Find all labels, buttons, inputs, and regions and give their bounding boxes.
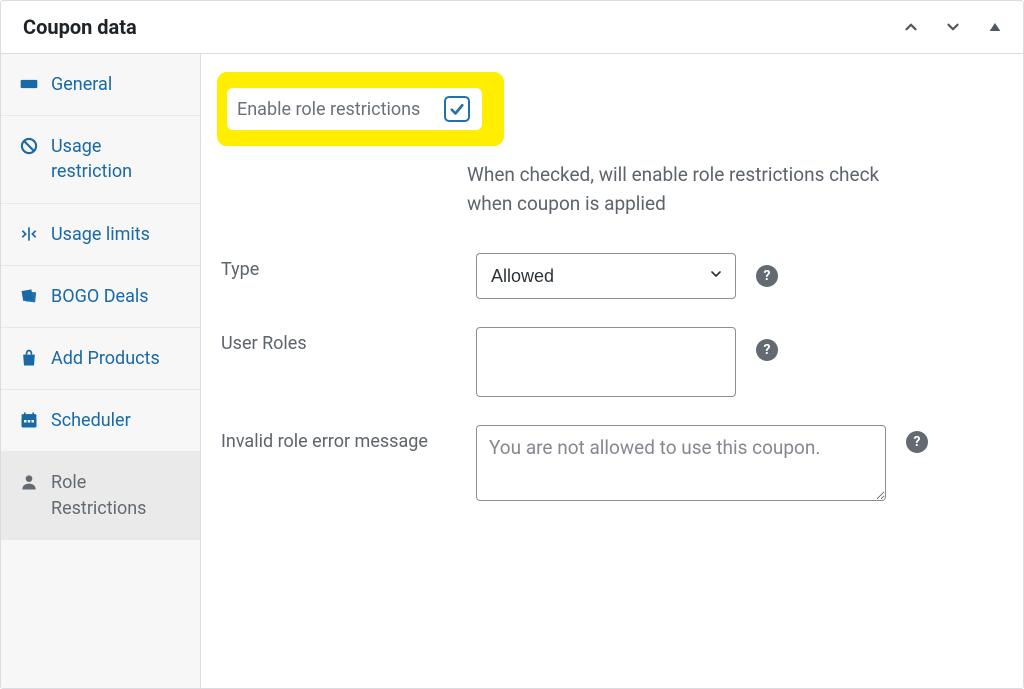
coupon-data-panel: Coupon data General [0, 0, 1024, 689]
enable-role-restrictions-row: Enable role restrictions [221, 78, 995, 146]
tab-bogo-deals[interactable]: BOGO Deals [1, 266, 200, 328]
person-icon [19, 472, 39, 492]
tab-role-restrictions[interactable]: Role Restrictions [1, 452, 200, 539]
tab-general[interactable]: General [1, 54, 200, 116]
type-help-icon[interactable]: ? [756, 265, 778, 287]
books-icon [19, 286, 39, 306]
invalid-role-message-label: Invalid role error message [221, 425, 466, 452]
ticket-icon [19, 74, 39, 94]
settings-tabs-sidebar: General Usage restriction Usage limits B… [1, 54, 201, 688]
collapse-toggle-button[interactable] [985, 17, 1005, 37]
invalid-role-message-textarea[interactable] [476, 425, 886, 501]
ban-icon [19, 136, 39, 156]
move-up-button[interactable] [901, 17, 921, 37]
type-row: Type Allowed ? [221, 253, 995, 299]
tab-label: Role Restrictions [51, 470, 182, 520]
role-restrictions-form: Enable role restrictions When checked, w… [201, 54, 1023, 688]
tab-add-products[interactable]: Add Products [1, 328, 200, 390]
user-roles-help-icon[interactable]: ? [756, 339, 778, 361]
invalid-role-message-help-icon[interactable]: ? [906, 431, 928, 453]
user-roles-label: User Roles [221, 327, 466, 354]
enable-role-restrictions-checkbox[interactable] [444, 96, 470, 122]
highlight-inner: Enable role restrictions [227, 88, 482, 130]
user-roles-row: User Roles ? [221, 327, 995, 397]
enable-role-restrictions-label: Enable role restrictions [237, 99, 420, 120]
tab-scheduler[interactable]: Scheduler [1, 390, 200, 452]
user-roles-multiselect[interactable] [476, 327, 736, 397]
tab-label: Add Products [51, 346, 160, 371]
invalid-role-message-wrap [476, 425, 886, 505]
tab-usage-limits[interactable]: Usage limits [1, 204, 200, 266]
panel-body: General Usage restriction Usage limits B… [1, 54, 1023, 688]
enable-description-row: When checked, will enable role restricti… [221, 160, 995, 219]
enable-role-restrictions-description: When checked, will enable role restricti… [467, 160, 897, 219]
type-select-wrap: Allowed [476, 253, 736, 299]
tab-label: BOGO Deals [51, 284, 149, 309]
highlighted-enable-setting: Enable role restrictions [217, 72, 504, 146]
tab-usage-restriction[interactable]: Usage restriction [1, 116, 200, 203]
tab-label: Usage restriction [51, 134, 182, 184]
tab-label: General [51, 72, 112, 97]
shopping-bag-icon [19, 348, 39, 368]
panel-header: Coupon data [1, 1, 1023, 54]
tab-label: Usage limits [51, 222, 150, 247]
move-down-button[interactable] [943, 17, 963, 37]
type-label: Type [221, 253, 466, 280]
tab-label: Scheduler [51, 408, 131, 433]
collapse-horizontal-icon [19, 224, 39, 244]
invalid-role-message-row: Invalid role error message ? [221, 425, 995, 505]
calendar-icon [19, 410, 39, 430]
panel-reorder-controls [901, 17, 1005, 37]
type-select[interactable]: Allowed [476, 253, 736, 299]
page-title: Coupon data [23, 15, 137, 39]
